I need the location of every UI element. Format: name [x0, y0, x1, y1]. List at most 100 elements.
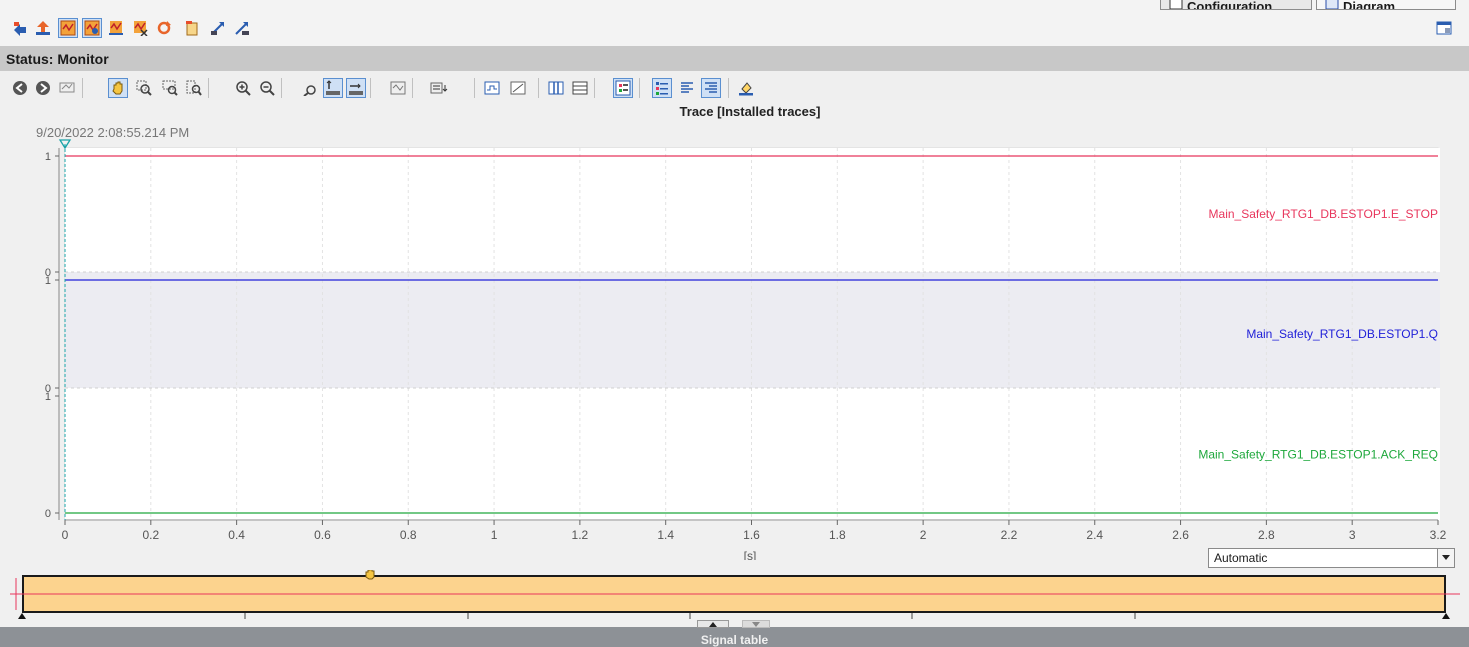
- arrow-left-icon: [13, 81, 27, 95]
- export-button[interactable]: [208, 18, 228, 38]
- zoom-selection-button[interactable]: [134, 78, 154, 98]
- zoom-out-button[interactable]: [257, 78, 277, 98]
- time-stamp-icon: [430, 82, 448, 94]
- x-tick-label: 0.2: [142, 528, 159, 542]
- signal-table-label: Signal table: [700, 633, 769, 647]
- status-bar: [0, 46, 1469, 71]
- line-color-button[interactable]: [736, 78, 756, 98]
- zoom-horizontal-icon: [162, 80, 178, 96]
- window-layout-icon: [1436, 21, 1452, 35]
- forward-button[interactable]: [33, 78, 53, 98]
- select-mode-button[interactable]: [57, 78, 77, 98]
- timebase-dropdown-button[interactable]: [1437, 549, 1454, 567]
- signal-list-icon: [656, 82, 668, 95]
- show-steps-button[interactable]: [482, 78, 502, 98]
- zoom-horizontal-button[interactable]: [160, 78, 180, 98]
- series-label-1: Main_Safety_RTG1_DB.ESTOP1.Q: [1246, 327, 1438, 341]
- y-tick-label: 0: [45, 508, 51, 520]
- export-icon: [211, 22, 224, 35]
- fit-signals-button[interactable]: [388, 78, 408, 98]
- chevron-down-icon: [752, 621, 760, 627]
- x-tick-label: 2.2: [1001, 528, 1018, 542]
- x-tick-label: 1.6: [743, 528, 760, 542]
- expand-button[interactable]: [697, 620, 729, 628]
- zoom-in-icon: [236, 81, 251, 96]
- toolbar-separator: [281, 78, 282, 98]
- tab-diagram[interactable]: Diagram: [1316, 0, 1456, 10]
- select-mode-icon: [59, 82, 75, 93]
- hand-icon: [112, 81, 123, 95]
- transfer-to-device-button[interactable]: [10, 18, 30, 38]
- zoom-selection-icon: [136, 80, 152, 96]
- x-tick-label: 2.8: [1258, 528, 1275, 542]
- interpolate-icon: [510, 81, 526, 95]
- upload-from-device-button[interactable]: [33, 18, 53, 38]
- time-stamp-button[interactable]: [430, 78, 450, 98]
- timebase-select[interactable]: Automatic: [1208, 548, 1455, 568]
- overview-ticks: [244, 613, 1136, 619]
- x-tick-label: 0.6: [314, 528, 331, 542]
- tab-configuration-label: Configuration: [1187, 0, 1273, 10]
- x-tick-label: 1.4: [657, 528, 674, 542]
- trace-diagram[interactable]: 1010100 0.2 0.4 0.6 0.8 1 1.2 1.4 1.6 1.8 2 2.2 2.4 2…: [0, 100, 1469, 560]
- show-legend-button[interactable]: [613, 78, 633, 98]
- right-panel-edge: [1455, 100, 1469, 620]
- hand-cursor-icon: [365, 570, 375, 580]
- toolbar-separator: [538, 78, 539, 98]
- step-line-icon: [484, 81, 500, 95]
- fit-signals-icon: [390, 81, 406, 95]
- x-tick-label: 1.8: [829, 528, 846, 542]
- zoom-in-button[interactable]: [233, 78, 253, 98]
- x-tick-label: 3.2: [1430, 528, 1447, 542]
- chevron-up-icon: [709, 621, 717, 627]
- zoom-100-button[interactable]: [300, 78, 320, 98]
- activate-recording-button[interactable]: [58, 18, 78, 38]
- x-tick-label: 0: [62, 528, 69, 542]
- y-tick-label: 1: [45, 391, 51, 403]
- trace-delete-icon: [134, 21, 148, 36]
- overview-left-handle[interactable]: [18, 613, 26, 619]
- x-tick-label: 2: [920, 528, 927, 542]
- diagram-icon: [1325, 0, 1339, 9]
- overview-right-handle[interactable]: [1442, 613, 1450, 619]
- transfer-to-device-icon: [14, 22, 26, 36]
- zoom-y-icon: [326, 80, 340, 95]
- x-tick-label: 2.6: [1172, 528, 1189, 542]
- zoom-vertical-icon: [186, 80, 202, 96]
- overview-diagram[interactable]: [0, 570, 1469, 627]
- toolbar-separator: [639, 78, 640, 98]
- trace-refresh-button[interactable]: [154, 18, 174, 38]
- import-button[interactable]: [232, 18, 252, 38]
- x-tick-label: 0.8: [400, 528, 417, 542]
- zoom-x-100-button[interactable]: [346, 78, 366, 98]
- add-to-measurements-button[interactable]: [182, 18, 202, 38]
- deactivate-recording-button[interactable]: [82, 18, 102, 38]
- measurement-cursor-horizontal-button[interactable]: [570, 78, 590, 98]
- x-axis-label: [s]: [744, 549, 757, 560]
- toolbar-separator: [728, 78, 729, 98]
- arrow-right-icon: [36, 81, 50, 95]
- toolbar-separator: [412, 78, 413, 98]
- signal-list-button[interactable]: [652, 78, 672, 98]
- y-tick-label: 1: [45, 275, 51, 287]
- window-layout-button[interactable]: [1434, 18, 1454, 38]
- interpolate-button[interactable]: [508, 78, 528, 98]
- back-button[interactable]: [10, 78, 30, 98]
- toolbar-separator: [474, 78, 475, 98]
- timebase-value: Automatic: [1214, 551, 1268, 565]
- trace-download-button[interactable]: [106, 18, 126, 38]
- paint-bucket-icon: [739, 82, 753, 96]
- pan-mode-button[interactable]: [108, 78, 128, 98]
- trace-delete-button[interactable]: [130, 18, 150, 38]
- align-right-icon: [705, 82, 717, 93]
- align-left-button[interactable]: [677, 78, 697, 98]
- collapse-button[interactable]: [742, 620, 770, 628]
- x-tick-label: 1.2: [572, 528, 589, 542]
- zoom-vertical-button[interactable]: [184, 78, 204, 98]
- zoom-y-100-button[interactable]: [323, 78, 343, 98]
- align-right-button[interactable]: [701, 78, 721, 98]
- tab-configuration[interactable]: Configuration: [1160, 0, 1312, 10]
- zoom-100-icon: [303, 81, 317, 96]
- x-tick-label: 0.4: [228, 528, 245, 542]
- measurement-cursor-vertical-button[interactable]: [546, 78, 566, 98]
